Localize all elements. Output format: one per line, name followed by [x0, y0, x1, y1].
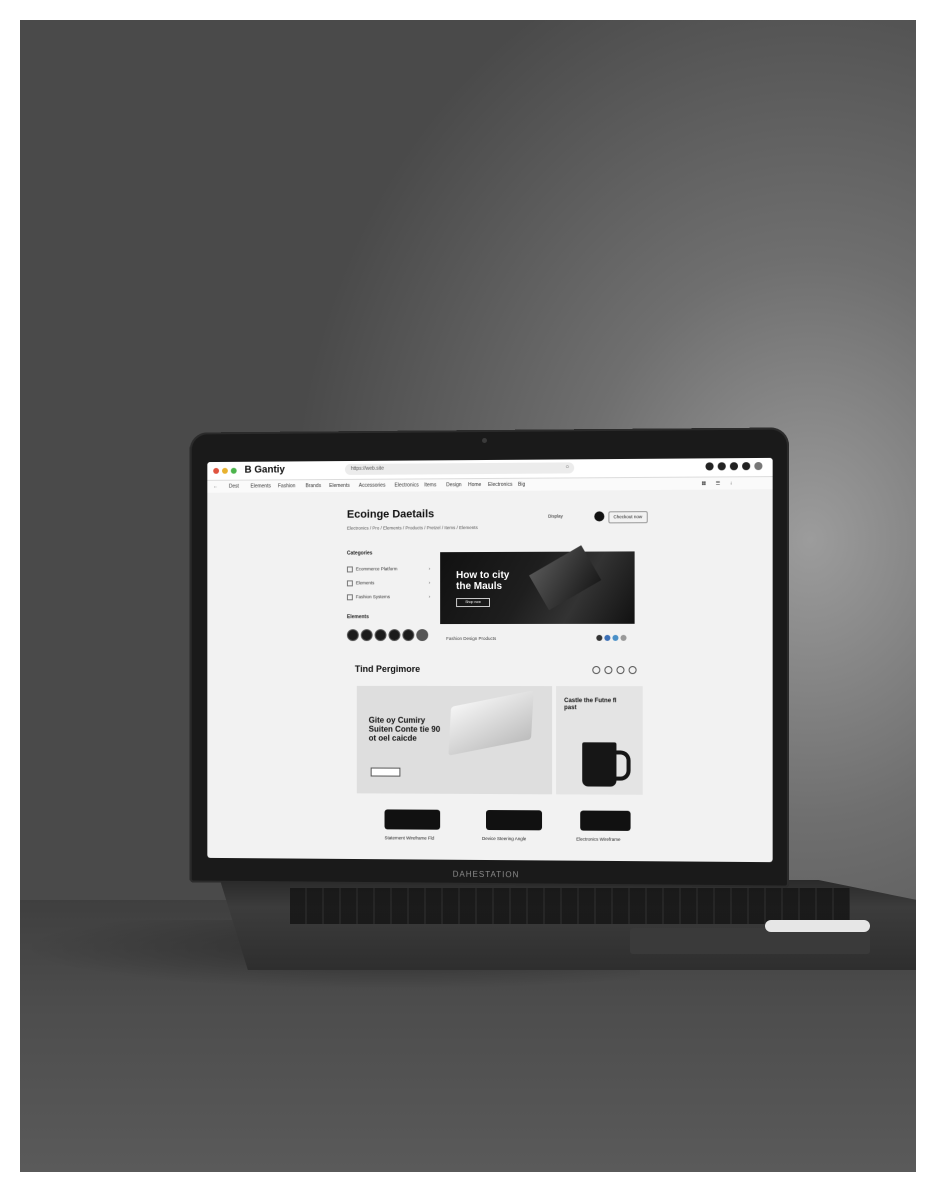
nav-item[interactable]: Design	[446, 482, 462, 488]
checkout-button[interactable]: Checkout now	[608, 511, 648, 524]
bell-icon[interactable]	[717, 462, 726, 471]
featured-card-button[interactable]	[370, 767, 401, 777]
display-toggle[interactable]: Display	[548, 512, 563, 522]
maximize-dot-icon[interactable]	[230, 467, 237, 474]
product-label[interactable]: Electronics Wireframe	[576, 837, 620, 842]
tool-image	[529, 545, 602, 611]
featured-card-title: Gite oy Cumiry Suiten Conte tie 90 ot oe…	[368, 715, 441, 743]
facebook-icon[interactable]	[604, 634, 611, 641]
hero-shop-button[interactable]: Shop now	[456, 597, 490, 608]
mug-image	[582, 742, 617, 787]
photo-backdrop: B Gantiy https://web.site ○ ← Dest Eleme…	[20, 20, 916, 1172]
address-bar[interactable]: https://web.site ○	[344, 462, 575, 475]
product-label[interactable]: Device Steering Angle	[482, 836, 526, 841]
nav-item[interactable]: Items	[424, 482, 436, 488]
filter-item[interactable]: Ecommerce Platform ›	[346, 566, 431, 573]
page-title: Ecoinge Daetails	[346, 508, 435, 521]
color-swatch[interactable]	[360, 629, 373, 642]
filter-item[interactable]: Fashion Systems ›	[346, 594, 431, 601]
nav-item[interactable]: Big	[518, 482, 525, 488]
laptop-image	[448, 690, 534, 756]
bezel-brand-label: DAHESTATION	[452, 869, 520, 880]
list-icon[interactable]: ☰	[716, 480, 721, 486]
breadcrumb[interactable]: Electronics / Pro / Elements / Products …	[347, 525, 478, 531]
nav-item[interactable]: Elements	[250, 483, 270, 489]
nav-item[interactable]: Brands	[305, 483, 321, 489]
address-text: https://web.site	[350, 465, 384, 472]
cart-icon[interactable]	[729, 462, 739, 471]
color-swatch[interactable]	[388, 629, 401, 642]
chevron-right-icon: ›	[428, 594, 431, 600]
nav-item[interactable]: Electronics	[394, 482, 418, 488]
chevron-right-icon[interactable]	[628, 666, 637, 675]
color-swatch[interactable]	[346, 629, 359, 642]
product-label[interactable]: Statement Wireframe Fld	[385, 835, 435, 840]
hero-title: How to city the Mauls	[456, 569, 510, 593]
nav-item[interactable]: Dest	[229, 484, 239, 490]
site-brand[interactable]: B Gantiy	[245, 464, 285, 475]
menu-icon[interactable]	[754, 461, 763, 471]
product-thumb[interactable]	[580, 810, 631, 831]
filters-heading: Categories	[346, 550, 373, 557]
chevron-left-icon[interactable]	[592, 666, 601, 675]
checkbox-icon[interactable]	[346, 580, 353, 587]
avatar[interactable]	[742, 462, 751, 471]
grid-icon[interactable]: ▦	[701, 481, 706, 487]
nav-item[interactable]: Accessories	[359, 483, 386, 489]
nav-item[interactable]: Home	[468, 482, 481, 488]
share-icon[interactable]	[596, 634, 603, 641]
swatches-heading: Elements	[346, 614, 369, 621]
chevron-right-icon: ›	[428, 566, 431, 572]
featured-card[interactable]: Gite oy Cumiry Suiten Conte tie 90 ot oe…	[356, 685, 553, 795]
laptop-display: B Gantiy https://web.site ○ ← Dest Eleme…	[207, 457, 773, 863]
checkbox-icon[interactable]	[346, 594, 353, 601]
color-swatch[interactable]	[374, 629, 387, 642]
product-thumb[interactable]	[486, 810, 543, 831]
filter-icon[interactable]	[616, 666, 625, 675]
laptop-lid: B Gantiy https://web.site ○ ← Dest Eleme…	[189, 427, 789, 888]
hero-caption: Fashion Design Products	[446, 635, 497, 642]
color-swatch[interactable]	[402, 629, 415, 642]
twitter-icon[interactable]	[612, 634, 619, 641]
laptop-edge-highlight	[765, 920, 870, 932]
promo-card[interactable]: Castle the Futne fl past	[556, 686, 643, 795]
mug-handle	[614, 750, 631, 781]
link-icon[interactable]	[620, 634, 627, 641]
filter-item[interactable]: Elements ›	[346, 580, 431, 587]
back-arrow-icon[interactable]: ←	[213, 484, 218, 490]
nav-item[interactable]: Elements	[329, 483, 350, 489]
laptop-keyboard	[290, 888, 850, 924]
minimize-dot-icon[interactable]	[222, 467, 228, 474]
nav-bar: ← Dest Elements Fashion Brands Elements …	[207, 477, 773, 493]
webcam-icon	[482, 437, 487, 444]
close-dot-icon[interactable]	[213, 467, 220, 474]
product-thumb[interactable]	[384, 809, 441, 830]
section-title: Tind Pergimore	[354, 663, 421, 674]
nav-item[interactable]: Fashion	[278, 483, 296, 489]
chevron-right-icon: ›	[428, 580, 431, 586]
settings-icon[interactable]	[705, 462, 714, 471]
color-swatch[interactable]	[416, 629, 429, 642]
nav-item[interactable]: Electronics	[488, 482, 512, 488]
promo-card-title: Castle the Futne fl past	[564, 698, 617, 712]
download-icon[interactable]: ↓	[730, 480, 733, 486]
avatar[interactable]	[594, 511, 605, 522]
heart-icon[interactable]	[604, 666, 613, 675]
checkbox-icon[interactable]	[346, 566, 353, 573]
hero-banner[interactable]: How to city the Mauls Shop now	[440, 545, 635, 625]
search-icon[interactable]: ○	[566, 462, 570, 473]
